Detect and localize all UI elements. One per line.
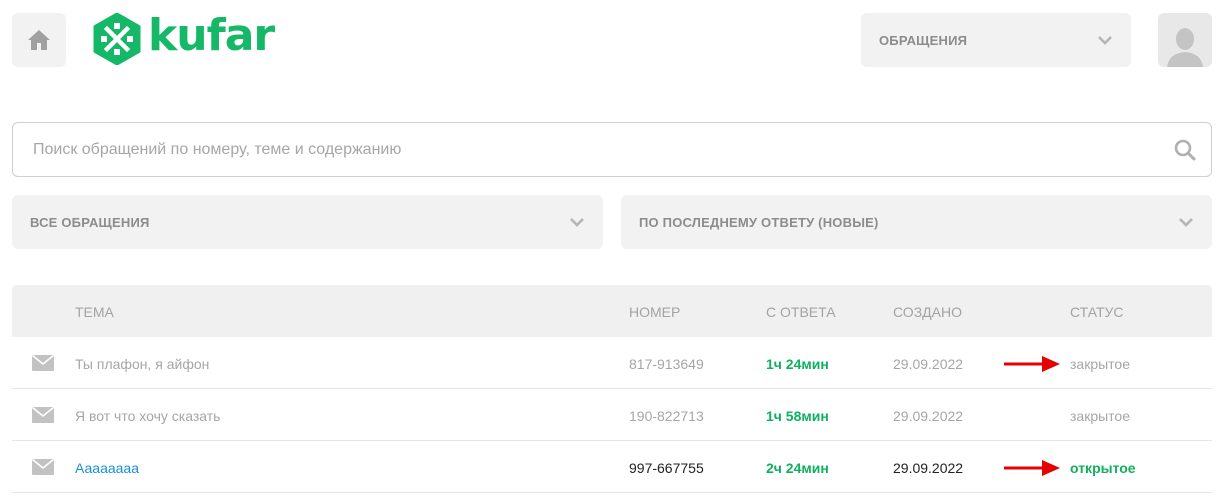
ticket-created: 29.09.2022 bbox=[893, 356, 964, 372]
chevron-down-icon bbox=[1098, 36, 1112, 45]
home-icon bbox=[28, 30, 50, 50]
table-row[interactable]: Я вот что хочу сказать 190-822713 1ч 58м… bbox=[12, 389, 1212, 441]
envelope-icon bbox=[32, 407, 54, 423]
ticket-topic[interactable]: Ты плафон, я айфон bbox=[75, 356, 209, 372]
ticket-since-reply: 2ч 24мин bbox=[766, 460, 829, 476]
ticket-topic[interactable]: Я вот что хочу сказать bbox=[75, 408, 220, 424]
ticket-topic[interactable]: Ааааaaaa bbox=[75, 460, 139, 476]
envelope-icon bbox=[32, 459, 54, 475]
ticket-status: открытое bbox=[1070, 460, 1136, 476]
envelope-icon bbox=[32, 355, 54, 371]
ticket-number: 817-913649 bbox=[629, 356, 704, 372]
table-row[interactable]: Ты плафон, я айфон 817-913649 1ч 24мин 2… bbox=[12, 337, 1212, 389]
column-header-since-reply[interactable]: С ОТВЕТА bbox=[766, 304, 836, 320]
type-filter-select[interactable]: ВСЕ ОБРАЩЕНИЯ bbox=[12, 195, 603, 249]
search-bar bbox=[12, 122, 1212, 177]
home-button[interactable] bbox=[12, 13, 66, 67]
ticket-number: 190-822713 bbox=[629, 408, 704, 424]
search-icon[interactable] bbox=[1173, 138, 1197, 162]
red-arrow-annotation-icon bbox=[1004, 460, 1060, 476]
column-header-topic[interactable]: ТЕМА bbox=[75, 304, 114, 320]
user-avatar[interactable] bbox=[1158, 13, 1212, 67]
table-row[interactable]: Ааааaaaa 997-667755 2ч 24мин 29.09.2022 … bbox=[12, 441, 1212, 493]
sort-filter-label: ПО ПОСЛЕДНЕМУ ОТВЕТУ (НОВЫЕ) bbox=[639, 214, 879, 230]
ticket-status: закрытое bbox=[1070, 356, 1131, 372]
ticket-number: 997-667755 bbox=[629, 460, 704, 476]
column-header-number[interactable]: НОМЕР bbox=[629, 304, 680, 320]
logo-text: kufar bbox=[148, 10, 275, 61]
ticket-created: 29.09.2022 bbox=[893, 460, 964, 476]
kufar-logo-icon bbox=[93, 13, 141, 65]
ticket-status: закрытое bbox=[1070, 408, 1131, 424]
chevron-down-icon bbox=[1179, 218, 1193, 227]
kufar-logo[interactable]: kufar bbox=[92, 10, 275, 66]
user-avatar-icon bbox=[1167, 28, 1203, 67]
tickets-table: ТЕМА НОМЕР С ОТВЕТА СОЗДАНО СТАТУС Ты пл… bbox=[12, 285, 1212, 493]
search-input[interactable] bbox=[33, 140, 1173, 159]
column-header-created[interactable]: СОЗДАНО bbox=[893, 304, 962, 320]
type-filter-label: ВСЕ ОБРАЩЕНИЯ bbox=[30, 214, 150, 230]
ticket-since-reply: 1ч 58мин bbox=[766, 408, 829, 424]
table-header: ТЕМА НОМЕР С ОТВЕТА СОЗДАНО СТАТУС bbox=[12, 285, 1212, 337]
ticket-since-reply: 1ч 24мин bbox=[766, 356, 829, 372]
section-select-label: ОБРАЩЕНИЯ bbox=[879, 32, 968, 48]
ticket-created: 29.09.2022 bbox=[893, 408, 964, 424]
column-header-status[interactable]: СТАТУС bbox=[1070, 304, 1124, 320]
section-select[interactable]: ОБРАЩЕНИЯ bbox=[861, 13, 1131, 67]
chevron-down-icon bbox=[570, 218, 584, 227]
sort-filter-select[interactable]: ПО ПОСЛЕДНЕМУ ОТВЕТУ (НОВЫЕ) bbox=[621, 195, 1212, 249]
red-arrow-annotation-icon bbox=[1004, 356, 1060, 372]
